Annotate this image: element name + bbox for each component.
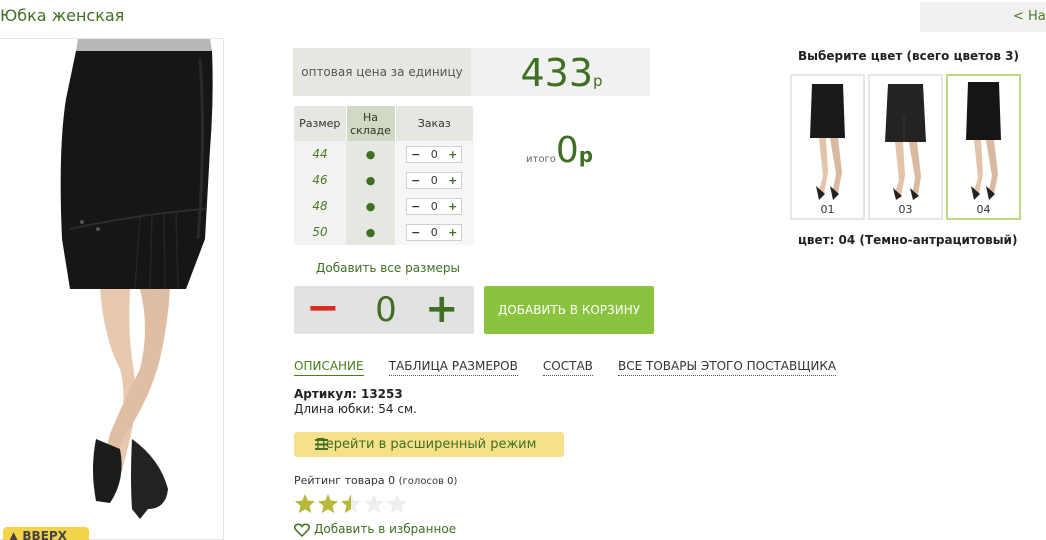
- color-thumb[interactable]: 03: [868, 74, 943, 220]
- color-selector-title: Выберите цвет (всего цветов 3): [798, 49, 1019, 63]
- price-currency: р: [593, 72, 603, 90]
- quantity-minus-button[interactable]: −: [306, 286, 340, 330]
- color-code: 04: [976, 203, 991, 216]
- stepper-minus-button[interactable]: −: [407, 200, 424, 213]
- size-cell: 50: [294, 219, 346, 245]
- stock-header: На складе: [346, 106, 396, 141]
- article-text: Артикул: 13253: [294, 387, 403, 401]
- list-icon: [315, 439, 328, 450]
- size-row: 48 ● −0 +: [294, 193, 474, 219]
- tab-supplier-products[interactable]: ВСЕ ТОВАРЫ ЭТОГО ПОСТАВЩИКА: [618, 359, 837, 376]
- stepper-value[interactable]: 0: [424, 174, 444, 187]
- size-cell: 44: [294, 141, 346, 167]
- tab-size-table[interactable]: ТАБЛИЦА РАЗМЕРОВ: [388, 359, 518, 376]
- price-box: оптовая цена за единицу 433р: [293, 48, 650, 96]
- stepper-value[interactable]: 0: [424, 148, 444, 161]
- article-number: Артикул: 13253: [294, 387, 403, 401]
- stock-dot-icon: ●: [346, 193, 395, 219]
- color-thumb[interactable]: 01: [790, 74, 865, 220]
- stepper-plus-button[interactable]: +: [444, 200, 461, 213]
- total-currency: р: [578, 143, 594, 167]
- order-stepper[interactable]: −0 +: [406, 197, 463, 215]
- rating-stars[interactable]: [294, 493, 409, 519]
- rating-text: Рейтинг товара 0 (голосов 0): [294, 474, 457, 487]
- stepper-minus-button[interactable]: −: [407, 148, 424, 161]
- color-code: 03: [898, 203, 913, 216]
- advanced-mode-button[interactable]: Перейти в расширенный режим: [294, 432, 564, 457]
- favorites-label[interactable]: Добавить в избранное: [314, 522, 456, 536]
- color-code: 01: [820, 203, 835, 216]
- total-value: 0: [555, 130, 579, 171]
- stepper-minus-button[interactable]: −: [407, 226, 424, 239]
- stock-header-line1: На: [362, 110, 378, 124]
- size-row: 44 ● −0 +: [294, 141, 474, 167]
- order-stepper[interactable]: −0 +: [406, 145, 463, 163]
- color-thumb-selected[interactable]: 04: [946, 74, 1021, 220]
- stock-header-line2: складе: [350, 123, 391, 137]
- star-icon[interactable]: [363, 493, 385, 515]
- stepper-minus-button[interactable]: −: [407, 174, 424, 187]
- order-total: итого0р: [526, 130, 593, 171]
- stock-dot-icon: ●: [346, 141, 395, 167]
- order-cell: −0 +: [395, 219, 474, 245]
- star-icon[interactable]: [317, 493, 339, 515]
- product-photo[interactable]: [0, 38, 224, 540]
- add-to-cart-button[interactable]: ДОБАВИТЬ В КОРЗИНУ: [484, 286, 654, 334]
- tab-composition[interactable]: СОСТАВ: [542, 359, 593, 376]
- size-header: Размер: [294, 106, 347, 141]
- size-table: Размер На складе Заказ 44 ● −0 + 46 ● −0 + …: [294, 106, 474, 245]
- stock-dot-icon: ●: [346, 167, 395, 193]
- size-cell: 48: [294, 193, 346, 219]
- total-label: итого: [526, 154, 556, 165]
- price-value: 433р: [473, 48, 650, 96]
- quantity-stepper[interactable]: − 0 +: [294, 286, 474, 334]
- size-cell: 46: [294, 167, 346, 193]
- stock-dot-icon: ●: [346, 219, 395, 245]
- quantity-value[interactable]: 0: [368, 286, 404, 334]
- tab-description[interactable]: ОПИСАНИЕ: [294, 359, 364, 376]
- skirt-thumb-image: [966, 82, 1001, 200]
- size-row: 50 ● −0 +: [294, 219, 474, 245]
- back-link-label[interactable]: < На: [1013, 9, 1046, 24]
- add-to-favorites[interactable]: Добавить в избранное: [293, 522, 456, 537]
- stepper-plus-button[interactable]: +: [444, 226, 461, 239]
- skirt-thumb-image: [885, 84, 926, 200]
- rating-votes: (голосов 0): [398, 476, 458, 487]
- stepper-plus-button[interactable]: +: [444, 174, 461, 187]
- back-link[interactable]: < На: [920, 2, 1046, 32]
- selected-color-name: цвет: 04 (Темно-антрацитовый): [798, 233, 1018, 247]
- order-cell: −0 +: [395, 167, 474, 193]
- advanced-mode-label[interactable]: Перейти в расширенный режим: [316, 437, 536, 452]
- order-header: Заказ: [395, 106, 474, 141]
- order-stepper[interactable]: −0 +: [406, 223, 463, 241]
- price-label: оптовая цена за единицу: [293, 48, 471, 96]
- stepper-value[interactable]: 0: [424, 200, 444, 213]
- stepper-plus-button[interactable]: +: [444, 148, 461, 161]
- heart-icon: [293, 523, 311, 537]
- price-number: 433: [520, 51, 593, 95]
- add-all-sizes-link[interactable]: Добавить все размеры: [316, 261, 460, 275]
- skirt-length: Длина юбки: 54 см.: [294, 402, 417, 416]
- skirt-thumb-image: [810, 84, 845, 200]
- scroll-up-button[interactable]: ▲ ВВЕРХ: [3, 527, 89, 540]
- product-tabs: ОПИСАНИЕ ТАБЛИЦА РАЗМЕРОВ СОСТАВ ВСЕ ТОВ…: [294, 355, 856, 376]
- quantity-plus-button[interactable]: +: [425, 286, 459, 332]
- order-cell: −0 +: [395, 141, 474, 167]
- star-icon[interactable]: [340, 493, 362, 515]
- star-icon[interactable]: [386, 493, 408, 515]
- page-title: Юбка женская: [0, 6, 125, 25]
- order-stepper[interactable]: −0 +: [406, 171, 463, 189]
- star-icon[interactable]: [294, 493, 316, 515]
- rating-label: Рейтинг товара 0: [294, 474, 396, 487]
- size-row: 46 ● −0 +: [294, 167, 474, 193]
- order-cell: −0 +: [395, 193, 474, 219]
- stepper-value[interactable]: 0: [424, 226, 444, 239]
